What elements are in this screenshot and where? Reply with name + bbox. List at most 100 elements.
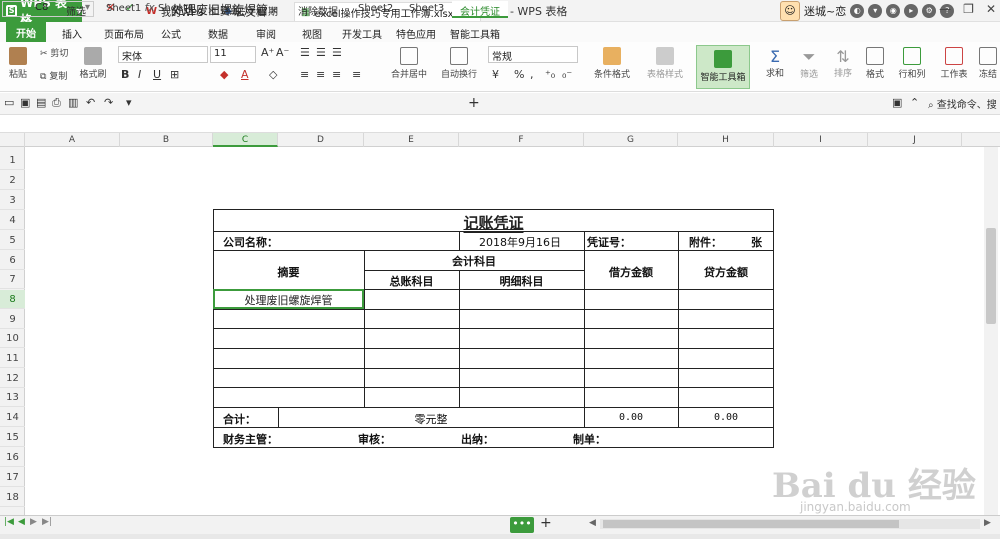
tab-data[interactable]: 数据 [208,26,228,41]
add-sheet-icon[interactable]: + [540,515,552,531]
border-icon[interactable]: ⊞ [170,68,179,81]
cut-button[interactable]: ✂ 剪切 [40,46,68,59]
align-center-icon[interactable]: ≡ [316,68,325,81]
column-header[interactable]: B [120,133,213,147]
row-header[interactable]: 16 [0,448,25,467]
row-header[interactable]: 14 [0,408,25,427]
restore-icon[interactable]: ❐ [963,2,974,16]
sheet-tab[interactable]: Sheet2 [350,1,401,18]
align-right-icon[interactable]: ≡ [332,68,341,81]
sync-icon[interactable]: ◉ [886,4,901,18]
table-style-button[interactable]: 表格样式 [640,47,690,80]
thousands-icon[interactable]: , [530,68,534,81]
row-header[interactable]: 5 [0,231,25,250]
number-format-select[interactable]: 常规 [488,46,578,63]
settings-icon[interactable]: ⚙ [922,4,937,18]
print-preview-icon[interactable]: ▥ [68,96,78,109]
align-bottom-icon[interactable]: ☰ [332,46,342,59]
tab-formulas[interactable]: 公式 [161,26,181,41]
copy-button[interactable]: ⧉ 复制 [40,69,67,82]
tab-review[interactable]: 审阅 [256,26,276,41]
row-header[interactable]: 17 [0,468,25,487]
tab-smart-toolbox[interactable]: 智能工具箱 [450,26,500,41]
column-header[interactable]: E [364,133,459,147]
close-icon[interactable]: ✕ [986,2,996,16]
clear-format-icon[interactable]: ◇ [269,68,277,81]
row-header[interactable]: 12 [0,369,25,388]
tab-view[interactable]: 视图 [302,26,322,41]
first-sheet-icon[interactable]: |◀ [4,517,14,527]
avatar[interactable]: ☺ [780,1,800,21]
feedback-icon[interactable]: ▣ [892,96,902,109]
conditional-format-button[interactable]: 条件格式 [588,47,636,80]
freeze-button[interactable]: 冻结 [976,47,1000,80]
column-header[interactable]: A [25,133,120,147]
increase-decimal-icon[interactable]: ⁺₀ [545,68,555,81]
sheet-tab[interactable]: Sheet3 [401,1,452,18]
row-header[interactable]: 3 [0,191,25,210]
format-painter-button[interactable]: 格式刷 [78,47,108,80]
last-sheet-icon[interactable]: ▶| [42,517,52,527]
row-col-button[interactable]: 行和列 [894,47,930,80]
wrap-text-button[interactable]: 自动换行 [438,47,480,80]
customize-quickaccess-icon[interactable]: ▾ [126,96,132,109]
format-button[interactable]: 格式 [860,47,890,80]
tab-page-layout[interactable]: 页面布局 [104,26,144,41]
row-header[interactable]: 4 [0,211,25,230]
font-name-select[interactable]: 宋体 [118,46,208,63]
align-left-icon[interactable]: ≡ [300,68,309,81]
merge-center-button[interactable]: 合并居中 [386,47,432,80]
tab-insert[interactable]: 插入 [62,26,82,41]
column-header[interactable]: J [868,133,962,147]
sheet-tab[interactable]: Sheet4 [150,1,201,18]
save-icon[interactable]: ▣ [20,96,30,109]
bold-icon[interactable]: B [121,68,129,81]
percent-icon[interactable]: % [514,68,524,81]
sheet-tab[interactable]: Sheet1 [98,1,149,18]
vertical-scroll-thumb[interactable] [986,228,996,324]
smart-toolbox-button[interactable]: 智能工具箱 [696,45,750,89]
export-icon[interactable]: ▤ [36,96,46,109]
underline-icon[interactable]: U [153,68,161,81]
row-header[interactable]: 8 [0,290,25,309]
vertical-scrollbar[interactable] [984,147,998,515]
user-area[interactable]: ☺ 迷城~恋 ◐ ▾ ◉ ▸ ⚙ ? [780,1,955,21]
italic-icon[interactable]: I [138,68,141,81]
sheet-tab-active[interactable]: 会计凭证 [452,1,508,18]
row-header[interactable]: 15 [0,428,25,447]
column-header[interactable]: I [774,133,868,147]
skin-icon[interactable]: ▾ [868,4,883,18]
justify-icon[interactable]: ≡ [352,68,361,81]
sheet-tab[interactable]: 日期 [250,1,286,18]
select-all-corner[interactable] [0,133,25,147]
open-folder-icon[interactable]: ▭ [4,96,14,109]
row-header[interactable]: 10 [0,329,25,348]
minimize-icon[interactable]: — [939,2,951,16]
filter-button[interactable]: ⏷ 筛选 [794,47,824,80]
currency-icon[interactable]: ¥ [492,68,499,81]
row-header[interactable]: 18 [0,488,25,507]
new-tab-icon[interactable]: + [468,95,480,111]
redo-icon[interactable]: ↷ [104,96,113,109]
row-header[interactable]: 13 [0,388,25,407]
row-header[interactable]: 9 [0,310,25,329]
column-header[interactable]: F [459,133,584,147]
column-header[interactable]: G [584,133,678,147]
undo-icon[interactable]: ↶ [86,96,95,109]
column-header[interactable]: H [678,133,774,147]
decrease-decimal-icon[interactable]: ₀⁻ [562,68,572,81]
sheet-tab[interactable]: 工资单 [202,1,248,18]
sheet-tab[interactable]: 消除数据 [290,1,346,18]
row-header[interactable]: 7 [0,270,25,289]
column-header[interactable]: C [213,133,278,147]
font-color-icon[interactable]: A [241,68,249,81]
sort-button[interactable]: ⇅ 排序 [828,47,858,79]
prev-sheet-icon[interactable]: ◀ [18,517,25,527]
row-header[interactable]: 11 [0,349,25,368]
tab-developer[interactable]: 开发工具 [342,26,382,41]
worksheet-button[interactable]: 工作表 [934,47,974,80]
next-sheet-icon[interactable]: ▶ [30,517,37,527]
row-header[interactable]: 2 [0,171,25,190]
collapse-ribbon-icon[interactable]: ⌃ [910,96,919,109]
entry-summary-cell[interactable]: 处理废旧螺旋焊管 [213,292,364,308]
